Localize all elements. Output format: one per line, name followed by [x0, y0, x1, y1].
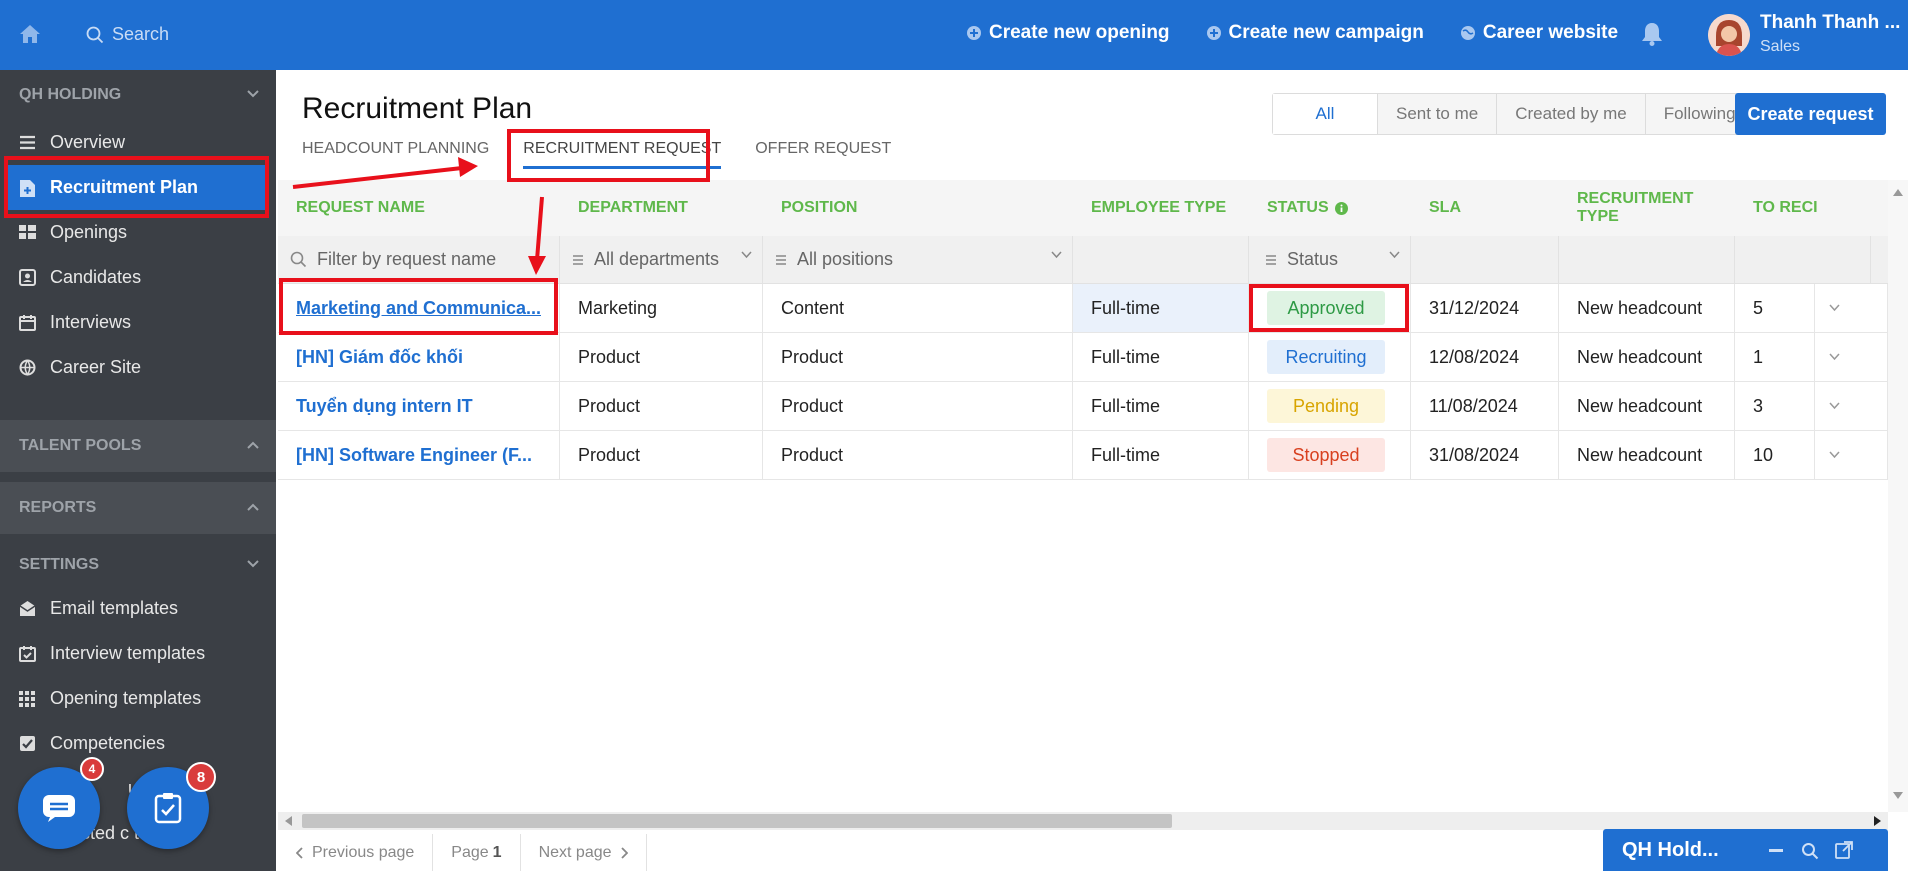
- annotation-arrows: [292, 157, 546, 275]
